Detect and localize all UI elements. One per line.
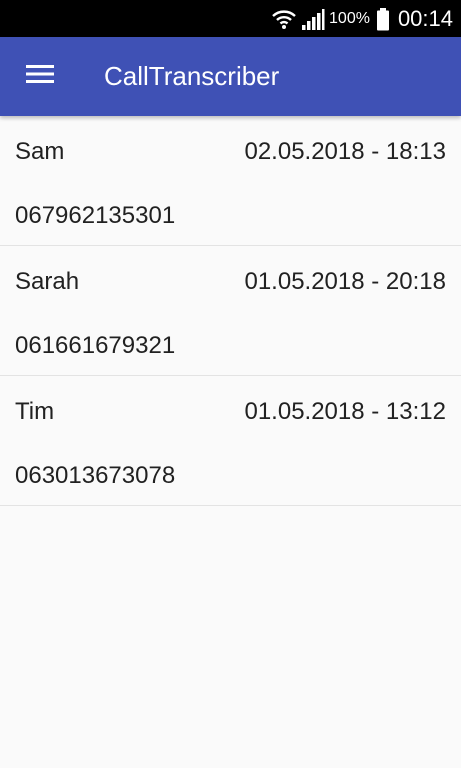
call-list-item[interactable]: Tim 01.05.2018 - 13:12 063013673078 <box>0 376 461 506</box>
status-time: 00:14 <box>397 5 453 31</box>
wifi-icon <box>271 7 297 31</box>
signal-icon <box>301 7 325 31</box>
caller-number: 067962135301 <box>15 202 176 229</box>
call-list: Sam 02.05.2018 - 18:13 067962135301 Sara… <box>0 116 461 506</box>
call-datetime: 02.05.2018 - 18:13 <box>244 138 446 165</box>
caller-number: 063013673078 <box>15 462 176 489</box>
menu-icon <box>26 64 54 89</box>
caller-number: 061661679321 <box>15 332 176 359</box>
call-datetime: 01.05.2018 - 13:12 <box>244 398 446 425</box>
call-list-item[interactable]: Sam 02.05.2018 - 18:13 067962135301 <box>0 116 461 246</box>
caller-name: Sam <box>15 138 65 165</box>
call-list-item[interactable]: Sarah 01.05.2018 - 20:18 061661679321 <box>0 246 461 376</box>
app-bar: CallTranscriber <box>0 37 461 116</box>
call-datetime: 01.05.2018 - 20:18 <box>244 268 446 295</box>
battery-percent: 100% <box>329 9 370 27</box>
app-title: CallTranscriber <box>104 61 280 91</box>
battery-icon <box>376 7 390 31</box>
menu-button[interactable] <box>0 37 80 116</box>
caller-name: Sarah <box>15 268 80 295</box>
caller-name: Tim <box>15 398 55 425</box>
status-bar: 100% 00:14 <box>0 0 461 37</box>
